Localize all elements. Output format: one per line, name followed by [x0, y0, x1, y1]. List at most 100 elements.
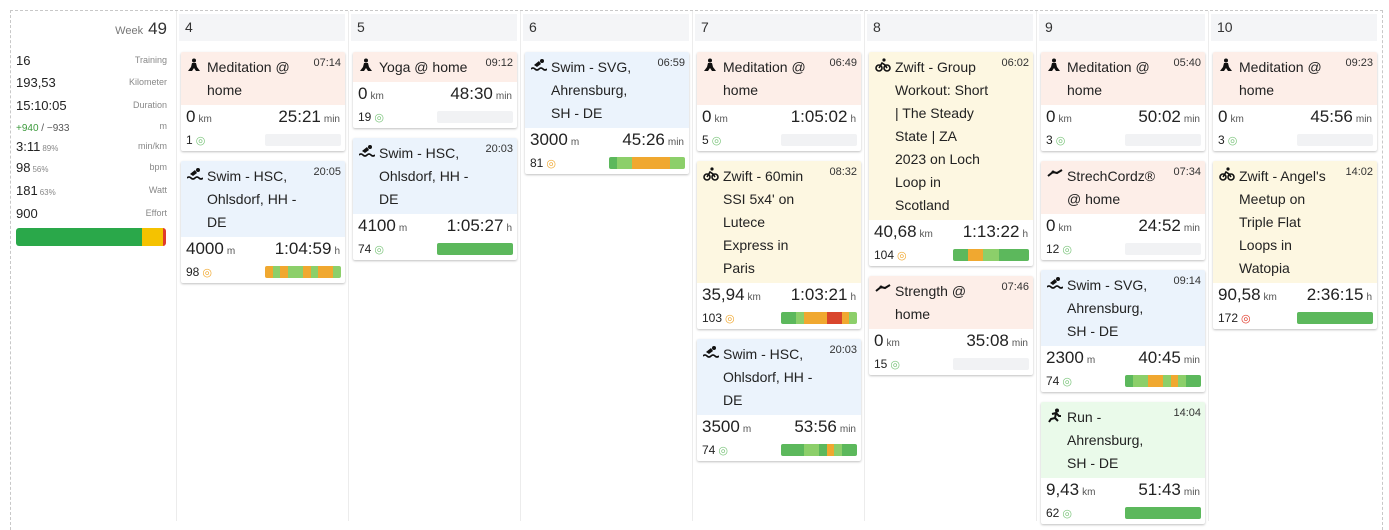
duration-unit: h	[1022, 229, 1028, 240]
activity-card[interactable]: Strength @ home 07:46 0 km 35:08 min 15 ◎	[869, 276, 1033, 375]
activity-stats: 9,43 km 51:43 min	[1041, 478, 1205, 504]
activity-header[interactable]: Meditation @ home 09:23	[1213, 52, 1377, 105]
activity-title[interactable]: Zwift - Angel's Meetup on Triple Flat Lo…	[1239, 165, 1335, 280]
activity-card[interactable]: Meditation @ home 06:49 0 km 1:05:02 h 5 ◎	[697, 52, 861, 151]
activity-header[interactable]: Swim - HSC, Ohlsdorf, HH - DE 20:05	[181, 161, 345, 237]
activity-stats: 3500 m 53:56 min	[697, 415, 861, 441]
duration-unit: h	[850, 114, 856, 125]
activity-start-time: 20:03	[485, 143, 513, 155]
activity-title[interactable]: Zwift - Group Workout: Short | The Stead…	[895, 56, 991, 217]
activity-header[interactable]: Zwift - 60min SSI 5x4' on Lutece Express…	[697, 161, 861, 283]
zone-segment	[272, 266, 281, 278]
activity-stats: 3000 m 45:26 min	[525, 128, 689, 154]
activity-card[interactable]: Swim - HSC, Ohlsdorf, HH - DE 20:03 4100 m 1…	[353, 138, 517, 260]
activity-distance: 0 km	[1046, 107, 1072, 127]
activity-title[interactable]: Swim - SVG, Ahrensburg, SH - DE	[1067, 274, 1163, 343]
zone-segment	[1327, 312, 1335, 324]
activity-title[interactable]: Swim - HSC, Ohlsdorf, HH - DE	[207, 165, 303, 234]
zone-segment	[1125, 375, 1133, 387]
summary-label: Watt	[148, 185, 167, 195]
activity-header[interactable]: Zwift - Group Workout: Short | The Stead…	[869, 52, 1033, 220]
day-header-7[interactable]: 7	[695, 14, 861, 41]
intensity-zone-bar	[1297, 134, 1373, 146]
activity-header[interactable]: Run - Ahrensburg, SH - DE 14:04	[1041, 402, 1205, 478]
activity-header[interactable]: Yoga @ home 09:12	[353, 52, 517, 82]
activity-header[interactable]: Zwift - Angel's Meetup on Triple Flat Lo…	[1213, 161, 1377, 283]
activity-card[interactable]: Meditation @ home 05:40 0 km 50:02 min 3 ◎	[1041, 52, 1205, 151]
activity-card[interactable]: Zwift - Group Workout: Short | The Stead…	[869, 52, 1033, 266]
distance-unit: km	[1263, 292, 1277, 303]
activity-title[interactable]: StrechCordz® @ home	[1067, 165, 1163, 211]
intensity-zone-bar	[781, 134, 857, 146]
activity-card[interactable]: Swim - HSC, Ohlsdorf, HH - DE 20:05 4000 m 1…	[181, 161, 345, 283]
distance-value: 40,68	[874, 222, 917, 241]
score-value: 19	[358, 110, 372, 124]
day-header-9[interactable]: 9	[1039, 14, 1205, 41]
activity-title[interactable]: Run - Ahrensburg, SH - DE	[1067, 406, 1163, 475]
activity-card[interactable]: Swim - SVG, Ahrensburg, SH - DE 09:14 2300…	[1041, 270, 1205, 392]
activity-title[interactable]: Yoga @ home	[379, 56, 475, 79]
score-target-icon: ◎	[1062, 244, 1072, 256]
score-target-icon: ◎	[195, 135, 206, 147]
zone-segment	[318, 266, 326, 278]
activity-title[interactable]: Meditation @ home	[207, 56, 303, 102]
activity-stats: 4000 m 1:04:59 h	[181, 237, 345, 263]
summary-value: 900	[16, 206, 38, 221]
activity-card[interactable]: Swim - SVG, Ahrensburg, SH - DE 06:59 3000…	[525, 52, 689, 174]
activity-duration: 1:05:02 h	[791, 107, 856, 127]
activity-title[interactable]: Meditation @ home	[1239, 56, 1335, 102]
activity-title[interactable]: Swim - HSC, Ohlsdorf, HH - DE	[379, 142, 475, 211]
zone-segment	[1304, 312, 1313, 324]
day-header-8[interactable]: 8	[867, 14, 1033, 41]
day-header-4[interactable]: 4	[179, 14, 345, 41]
distance-value: 3000	[530, 130, 568, 149]
activity-title[interactable]: Strength @ home	[895, 280, 991, 326]
activity-duration: 45:26 min	[622, 130, 684, 150]
activity-duration: 24:52 min	[1138, 216, 1200, 236]
activity-card[interactable]: Meditation @ home 09:23 0 km 45:56 min 3 ◎	[1213, 52, 1377, 151]
effort-bar	[16, 228, 166, 246]
activity-header[interactable]: Swim - HSC, Ohlsdorf, HH - DE 20:03	[697, 339, 861, 415]
zone-segment	[834, 312, 842, 324]
activity-header[interactable]: Swim - SVG, Ahrensburg, SH - DE 06:59	[525, 52, 689, 128]
activity-card[interactable]: Swim - HSC, Ohlsdorf, HH - DE 20:03 3500 m 5…	[697, 339, 861, 461]
zone-segment	[669, 157, 678, 169]
activity-title[interactable]: Swim - SVG, Ahrensburg, SH - DE	[551, 56, 647, 125]
duration-value: 2:36:15	[1306, 285, 1364, 304]
activity-title[interactable]: Zwift - 60min SSI 5x4' on Lutece Express…	[723, 165, 819, 280]
activity-header[interactable]: Strength @ home 07:46	[869, 276, 1033, 329]
score-value: 98	[186, 265, 200, 279]
activity-title[interactable]: Meditation @ home	[723, 56, 819, 102]
zone-segment	[796, 444, 804, 456]
activity-header[interactable]: Meditation @ home 07:14	[181, 52, 345, 105]
distance-unit: km	[886, 338, 900, 349]
activity-header[interactable]: Swim - SVG, Ahrensburg, SH - DE 09:14	[1041, 270, 1205, 346]
activity-header[interactable]: Meditation @ home 06:49	[697, 52, 861, 105]
duration-unit: min	[1183, 223, 1200, 234]
zone-segment	[1185, 507, 1194, 519]
activity-card[interactable]: Meditation @ home 07:14 0 km 25:21 min 1 ◎	[181, 52, 345, 151]
activity-card[interactable]: Zwift - 60min SSI 5x4' on Lutece Express…	[697, 161, 861, 329]
activity-card[interactable]: Zwift - Angel's Meetup on Triple Flat Lo…	[1213, 161, 1377, 329]
activity-header[interactable]: StrechCordz® @ home 07:34	[1041, 161, 1205, 214]
activity-card[interactable]: StrechCordz® @ home 07:34 0 km 24:52 min 12 ◎	[1041, 161, 1205, 260]
activity-card[interactable]: Run - Ahrensburg, SH - DE 14:04 9,43 km 51:4…	[1041, 402, 1205, 524]
activity-header[interactable]: Swim - HSC, Ohlsdorf, HH - DE 20:03	[353, 138, 517, 214]
activity-title[interactable]: Meditation @ home	[1067, 56, 1163, 102]
zone-segment	[811, 444, 819, 456]
activity-score: 74 ◎	[702, 443, 728, 457]
activity-card[interactable]: Yoga @ home 09:12 0 km 48:30 min 19 ◎	[353, 52, 517, 128]
day-header-5[interactable]: 5	[351, 14, 517, 41]
swim-icon	[530, 58, 548, 72]
day-header-10[interactable]: 10	[1211, 14, 1377, 41]
activity-title[interactable]: Swim - HSC, Ohlsdorf, HH - DE	[723, 343, 819, 412]
zone-segment	[639, 157, 647, 169]
day-header-6[interactable]: 6	[523, 14, 689, 41]
zone-segment	[490, 243, 498, 255]
duration-unit: min	[1355, 114, 1372, 125]
score-value: 5	[702, 133, 709, 147]
activity-start-time: 09:23	[1345, 57, 1373, 69]
activity-header[interactable]: Meditation @ home 05:40	[1041, 52, 1205, 105]
duration-value: 51:43	[1138, 480, 1181, 499]
summary-label: min/km	[138, 141, 167, 151]
